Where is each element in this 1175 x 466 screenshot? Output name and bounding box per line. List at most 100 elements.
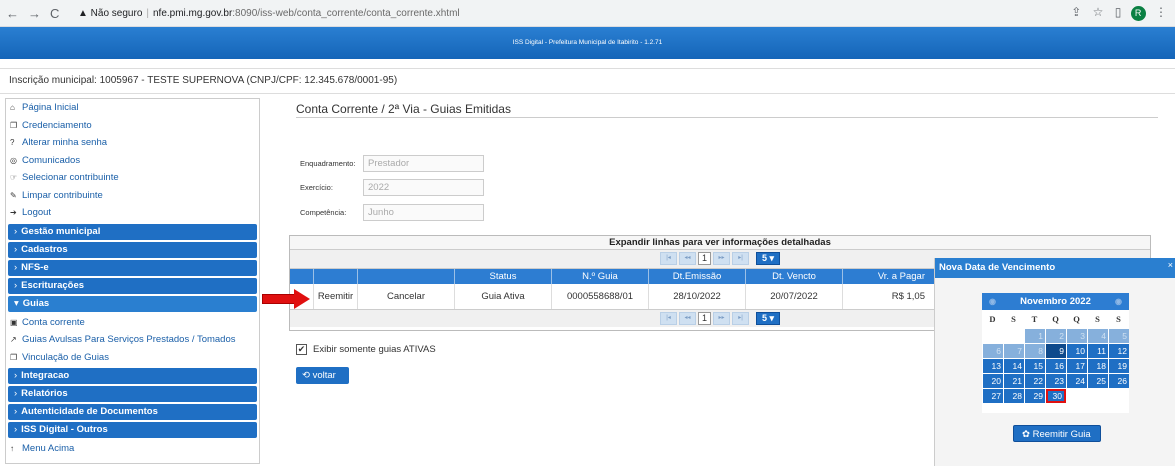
calendar-day[interactable]: 26	[1109, 374, 1129, 388]
exercicio-field[interactable]: 2022	[363, 179, 484, 196]
reemitir-link[interactable]: Reemitir	[314, 284, 358, 309]
insecure-warning[interactable]: ▲ Não seguro	[78, 8, 142, 19]
menu-icon[interactable]: ⋮	[1155, 5, 1167, 19]
reemitir-guia-button[interactable]: ✿ Reemitir Guia	[1013, 425, 1101, 442]
profile-avatar[interactable]: R	[1130, 6, 1146, 21]
red-arrow-icon	[262, 289, 310, 309]
calendar-day[interactable]: 17	[1067, 359, 1087, 373]
first-page-icon[interactable]: |◂	[660, 312, 677, 325]
dialog-title: Nova Data de Vencimento	[935, 258, 1175, 278]
col-status[interactable]: Status	[455, 269, 552, 284]
close-icon[interactable]: ×	[1168, 260, 1173, 270]
sidebar-link-2[interactable]: ? Alterar minha senha	[6, 134, 259, 152]
question-icon: ?	[10, 138, 15, 147]
calendar-day[interactable]: 13	[983, 359, 1003, 373]
sidebar-link-1[interactable]: ❐ Credenciamento	[6, 117, 259, 135]
calendar-day[interactable]: 12	[1109, 344, 1129, 358]
sidebar-section-relat-rios[interactable]: › Relatórios	[8, 386, 257, 402]
logout-icon: ➔	[10, 208, 17, 217]
rows-per-page-select[interactable]: 5 ▾	[756, 312, 780, 325]
calendar-day[interactable]: 25	[1088, 374, 1108, 388]
col-numero-guia[interactable]: N.º Guia	[552, 269, 649, 284]
title-divider	[296, 117, 1158, 118]
enquadramento-field[interactable]: Prestador	[363, 155, 484, 172]
browser-actions: ⇪ ☆ ▯ R ⋮	[1071, 5, 1167, 21]
calendar-day[interactable]: 15	[1025, 359, 1045, 373]
sidebar-section-escritura-es[interactable]: › Escriturações	[8, 277, 257, 294]
reload-icon[interactable]: C	[50, 6, 59, 21]
sidebar-link-5[interactable]: ✎ Limpar contribuinte	[6, 187, 259, 205]
col-dt-emissao[interactable]: Dt.Emissão	[649, 269, 746, 284]
sidebar-section-autenticidade-de-documentos[interactable]: › Autenticidade de Documentos	[8, 404, 257, 420]
calendar-day[interactable]: 20	[983, 374, 1003, 388]
page-number[interactable]: 1	[698, 252, 711, 265]
calendar-day[interactable]: 18	[1088, 359, 1108, 373]
calendar-day[interactable]: 11	[1088, 344, 1108, 358]
col-dt-vencto[interactable]: Dt. Vencto	[746, 269, 843, 284]
sidebar-section-cadastros[interactable]: › Cadastros	[8, 241, 257, 258]
sidebar-section-nfs-e[interactable]: › NFS-e	[8, 259, 257, 276]
sidebar-sublink-0[interactable]: ▣ Conta corrente	[6, 314, 259, 332]
competencia-label: Competência:	[300, 208, 347, 217]
calendar-day[interactable]: 21	[1004, 374, 1024, 388]
back-icon[interactable]: ←	[6, 6, 19, 21]
address-bar[interactable]: ▲ Não seguro | nfe.pmi.mg.gov.br:8090/iss-…	[74, 4, 984, 23]
calendar-day: 5	[1109, 329, 1129, 343]
ativas-checkbox[interactable]: ✔	[296, 344, 307, 355]
page-title: Conta Corrente / 2ª Via - Guias Emitidas	[296, 102, 511, 116]
competencia-field[interactable]: Junho	[363, 204, 484, 221]
col-reemitir	[314, 269, 358, 284]
calendar-day[interactable]: 22	[1025, 374, 1045, 388]
sidebar-sublink-2[interactable]: ❐ Vinculação de Guias	[6, 349, 259, 367]
calendar-day[interactable]: 16	[1046, 359, 1066, 373]
calendar-day[interactable]: 23	[1046, 374, 1066, 388]
page-number[interactable]: 1	[698, 312, 711, 325]
calendar-day[interactable]: 28	[1004, 389, 1024, 403]
star-icon[interactable]: ☆	[1093, 5, 1104, 19]
cell-vr-pagar: R$ 1,05	[843, 284, 940, 309]
share-icon[interactable]: ⇪	[1071, 5, 1081, 19]
calendar-day[interactable]: 9	[1046, 344, 1066, 358]
menu-acima-link[interactable]: ↑ Menu Acima	[6, 440, 259, 458]
sidebar-section-guias[interactable]: ▾ Guias	[8, 295, 257, 312]
calendar-day[interactable]: 27	[983, 389, 1003, 403]
empty-day	[1004, 329, 1024, 343]
forward-icon[interactable]: →	[28, 6, 41, 21]
prev-month-icon[interactable]: ◉	[989, 293, 996, 310]
prev-page-icon[interactable]: ◂◂	[679, 312, 696, 325]
next-page-icon[interactable]: ▸▸	[713, 252, 730, 265]
sidebar-section-integracao[interactable]: › Integracao	[8, 368, 257, 384]
col-vr-pagar[interactable]: Vr. a Pagar	[843, 269, 940, 284]
next-month-icon[interactable]: ◉	[1115, 293, 1122, 310]
calendar-day: 4	[1088, 329, 1108, 343]
prev-page-icon[interactable]: ◂◂	[679, 252, 696, 265]
nova-data-dialog: Nova Data de Vencimento × ◉ Novembro 202…	[934, 258, 1175, 466]
first-page-icon[interactable]: |◂	[660, 252, 677, 265]
calendar-day[interactable]: 24	[1067, 374, 1087, 388]
sidebar-link-4[interactable]: ☞ Selecionar contribuinte	[6, 169, 259, 187]
calendar-day[interactable]: 14	[1004, 359, 1024, 373]
calendar-day[interactable]: 30	[1046, 389, 1066, 403]
weekday-label: S	[1095, 314, 1100, 324]
sidebar-section-gest-o-municipal[interactable]: › Gestão municipal	[8, 223, 257, 240]
last-page-icon[interactable]: ▸|	[732, 312, 749, 325]
rows-per-page-select[interactable]: 5 ▾	[756, 252, 780, 265]
sidebar-section-iss-digital-outros[interactable]: › ISS Digital - Outros	[8, 422, 257, 438]
cancelar-link[interactable]: Cancelar	[358, 284, 455, 309]
sidebar-link-6[interactable]: ➔ Logout	[6, 204, 259, 222]
sidebar-sublink-1[interactable]: ↗ Guias Avulsas Para Serviços Prestados /…	[6, 331, 259, 349]
calendar-day[interactable]: 10	[1067, 344, 1087, 358]
hand-icon: ☞	[10, 173, 18, 182]
comment-icon: ◎	[10, 155, 17, 165]
sidepanel-icon[interactable]: ▯	[1115, 5, 1122, 19]
calendar-day: 2	[1046, 329, 1066, 343]
sidebar-link-0[interactable]: ⌂ Página Inicial	[6, 99, 259, 117]
sidebar-link-3[interactable]: ◎ Comunicados	[6, 152, 259, 170]
sidebar: ⌂ Página Inicial ❐ Credenciamento? Alterar m…	[5, 98, 260, 464]
calendar-day[interactable]: 29	[1025, 389, 1045, 403]
calendar-day[interactable]: 19	[1109, 359, 1129, 373]
last-page-icon[interactable]: ▸|	[732, 252, 749, 265]
next-page-icon[interactable]: ▸▸	[713, 312, 730, 325]
copy-icon: ❐	[10, 352, 18, 362]
voltar-button[interactable]: ⟲ voltar	[296, 367, 349, 384]
